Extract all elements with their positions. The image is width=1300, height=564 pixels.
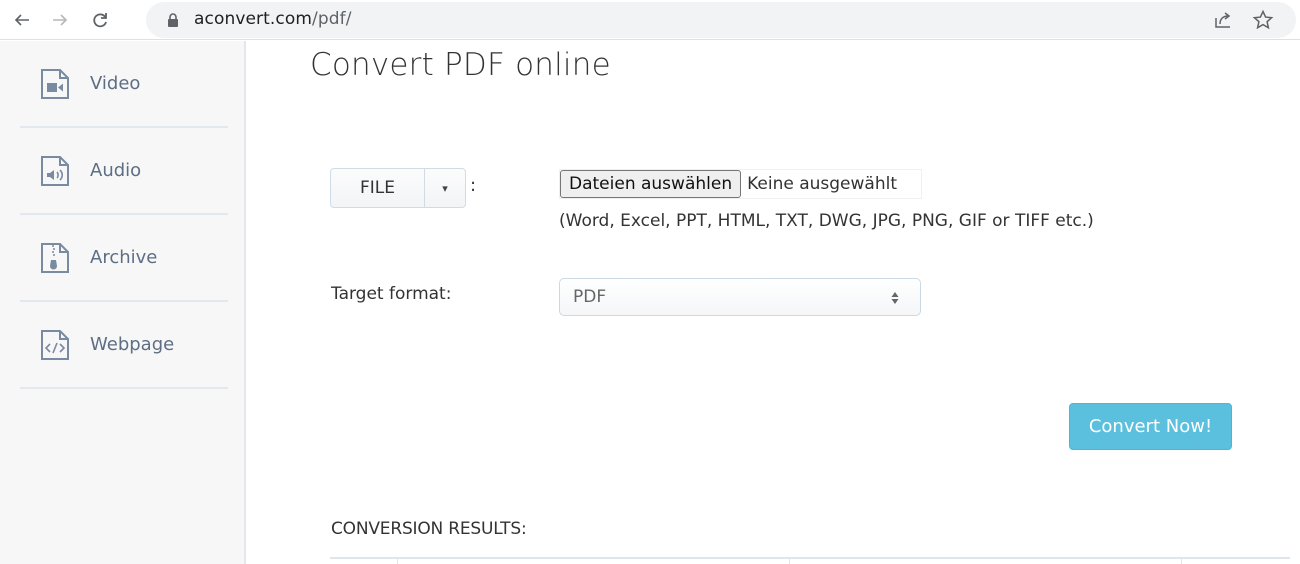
- audio-file-icon: [41, 155, 69, 186]
- convert-now-button[interactable]: Convert Now!: [1069, 403, 1232, 450]
- sidebar-item-label: Video: [90, 73, 141, 94]
- conversion-results-heading: CONVERSION RESULTS:: [331, 519, 527, 539]
- lock-icon: [168, 13, 178, 27]
- source-type-button[interactable]: FILE: [331, 169, 425, 207]
- target-format-label: Target format:: [331, 284, 452, 304]
- source-type-dropdown[interactable]: FILE ▾: [330, 168, 466, 208]
- caret-down-icon[interactable]: ▾: [425, 169, 465, 207]
- video-file-icon: [41, 68, 69, 99]
- webpage-file-icon: [41, 329, 69, 360]
- no-file-selected-text: Keine ausgewählt: [747, 174, 897, 194]
- results-table-column: [330, 559, 398, 564]
- back-button[interactable]: [8, 6, 36, 34]
- target-format-select[interactable]: PDF: [559, 278, 921, 316]
- results-table-column: [398, 559, 790, 564]
- bookmark-star-icon[interactable]: [1252, 9, 1274, 31]
- results-table-column: [790, 559, 1182, 564]
- url-path: /pdf/: [312, 9, 352, 29]
- sidebar-item-label: Webpage: [90, 334, 175, 355]
- back-arrow-icon: [14, 14, 29, 26]
- reload-button[interactable]: [86, 6, 114, 34]
- results-table: [330, 557, 1290, 564]
- sidebar-item-webpage[interactable]: Webpage: [20, 302, 228, 389]
- sidebar-item-archive[interactable]: Archive: [20, 215, 228, 302]
- forward-button[interactable]: [46, 6, 74, 34]
- url-domain: aconvert.com: [194, 9, 313, 29]
- file-input[interactable]: Dateien auswählen Keine ausgewählt: [559, 169, 922, 199]
- sidebar-item-audio[interactable]: Audio: [20, 128, 228, 215]
- supported-formats-hint: (Word, Excel, PPT, HTML, TXT, DWG, JPG, …: [559, 211, 1094, 231]
- target-format-value: PDF: [573, 287, 607, 307]
- results-table-column: [1182, 559, 1290, 564]
- address-bar[interactable]: aconvert.com/pdf/: [146, 2, 1296, 38]
- archive-file-icon: [41, 242, 69, 273]
- source-colon: :: [470, 175, 477, 196]
- page-title: Convert PDF online: [310, 47, 611, 83]
- sidebar: Video Audio Archive Webpage: [0, 41, 246, 564]
- sidebar-item-label: Archive: [90, 247, 158, 268]
- forward-arrow-icon: [53, 14, 68, 26]
- share-icon[interactable]: [1212, 9, 1234, 31]
- sidebar-item-label: Audio: [90, 160, 142, 181]
- choose-files-button[interactable]: Dateien auswählen: [560, 170, 742, 198]
- url-text: aconvert.com/pdf/: [194, 9, 352, 29]
- main-content: Convert PDF online FILE ▾ : Dateien ausw…: [248, 41, 1300, 564]
- browser-toolbar: aconvert.com/pdf/: [0, 0, 1300, 40]
- reload-icon: [93, 13, 107, 28]
- select-updown-icon: [891, 292, 899, 304]
- sidebar-item-video[interactable]: Video: [20, 41, 228, 128]
